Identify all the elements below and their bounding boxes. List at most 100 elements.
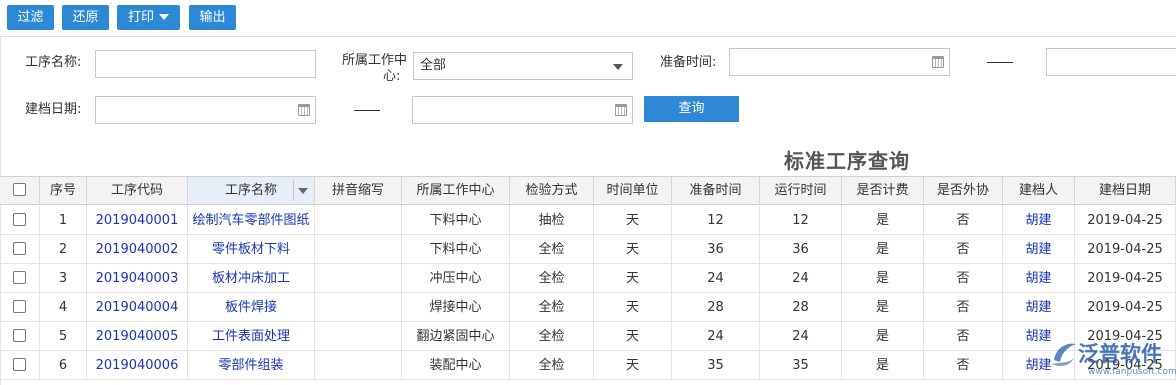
header-outsource[interactable]: 是否外协: [924, 177, 1003, 204]
cell-code[interactable]: 2019040006: [87, 351, 188, 379]
cell-prep: 36: [672, 235, 760, 263]
row-select-cell: [0, 322, 40, 350]
cell-unit: 天: [594, 351, 672, 379]
cell-code[interactable]: 2019040002: [87, 235, 188, 263]
cell-prep: 24: [672, 322, 760, 350]
chevron-down-icon[interactable]: [298, 188, 308, 194]
row-checkbox[interactable]: [13, 213, 26, 226]
cell-billing: 是: [842, 264, 924, 292]
cell-outsource: 否: [924, 235, 1003, 263]
cell-creator[interactable]: 胡建: [1003, 293, 1075, 321]
row-checkbox[interactable]: [13, 329, 26, 342]
header-abbr[interactable]: 拼音缩写: [315, 177, 402, 204]
file-date-end-input[interactable]: [412, 96, 633, 124]
table-header: 序号 工序代码 工序名称 拼音缩写 所属工作中心 检验方式 时间单位 准备时间 …: [0, 177, 1176, 205]
calendar-icon[interactable]: [932, 56, 944, 68]
prep-time-end-input[interactable]: [1046, 48, 1176, 76]
export-button[interactable]: 输出: [189, 5, 236, 30]
row-checkbox[interactable]: [13, 242, 26, 255]
header-run[interactable]: 运行时间: [760, 177, 842, 204]
cell-inspect: 全检: [510, 293, 594, 321]
cell-code[interactable]: 2019040003: [87, 264, 188, 292]
row-select-cell: [0, 235, 40, 263]
table-row[interactable]: 6 2019040006 零部件组装 装配中心 全检天 35 35 是否胡建 2019-04-2…: [0, 351, 1176, 380]
calendar-icon[interactable]: [615, 104, 627, 116]
row-checkbox[interactable]: [13, 358, 26, 371]
cell-creator[interactable]: 胡建: [1003, 206, 1075, 234]
header-inspect[interactable]: 检验方式: [510, 177, 594, 204]
cell-run: 35: [760, 351, 842, 379]
file-date-label: 建档日期:: [25, 102, 82, 117]
cell-inspect: 全检: [510, 322, 594, 350]
chevron-down-icon: [159, 14, 169, 20]
cell-code[interactable]: 2019040004: [87, 293, 188, 321]
cell-run: 12: [760, 206, 842, 234]
cell-unit: 天: [594, 235, 672, 263]
cell-unit: 天: [594, 264, 672, 292]
cell-inspect: 抽检: [510, 206, 594, 234]
table-row[interactable]: 5 2019040005 工件表面处理 翻边紧固中心 全检天 24 24 是否胡建 2019-0…: [0, 322, 1176, 351]
cell-billing: 是: [842, 351, 924, 379]
file-date-start-input[interactable]: [95, 96, 316, 124]
print-button[interactable]: 打印: [117, 5, 180, 30]
cell-unit: 天: [594, 322, 672, 350]
cell-date: 2019-04-25: [1075, 235, 1176, 263]
header-code[interactable]: 工序代码: [87, 177, 188, 204]
header-center[interactable]: 所属工作中心: [402, 177, 510, 204]
process-name-input[interactable]: [95, 50, 316, 78]
row-checkbox[interactable]: [13, 300, 26, 313]
cell-name[interactable]: 板件焊接: [188, 293, 315, 321]
cell-prep: 35: [672, 351, 760, 379]
header-no[interactable]: 序号: [40, 177, 87, 204]
cell-date: 2019-04-25: [1075, 206, 1176, 234]
cell-name[interactable]: 零件板材下料: [188, 235, 315, 263]
cell-name[interactable]: 绘制汽车零部件图纸: [188, 206, 315, 234]
cell-outsource: 否: [924, 264, 1003, 292]
header-unit[interactable]: 时间单位: [594, 177, 672, 204]
table-row[interactable]: 1 2019040001 绘制汽车零部件图纸 下料中心 抽检天 12 12 是否胡建 2019-…: [0, 206, 1176, 235]
cell-no: 5: [40, 322, 87, 350]
cell-outsource: 否: [924, 293, 1003, 321]
calendar-icon[interactable]: [298, 104, 310, 116]
cell-billing: 是: [842, 293, 924, 321]
table-row[interactable]: 3 2019040003 板材冲床加工 冲压中心 全检天 24 24 是否胡建 2019-04-…: [0, 264, 1176, 293]
filter-button[interactable]: 过滤: [7, 5, 54, 30]
app-root: { "toolbar": { "filter": "过滤", "restore"…: [0, 0, 1176, 385]
cell-center: 装配中心: [402, 351, 510, 379]
cell-prep: 24: [672, 264, 760, 292]
row-select-cell: [0, 293, 40, 321]
cell-name[interactable]: 板材冲床加工: [188, 264, 315, 292]
header-name[interactable]: 工序名称: [188, 177, 315, 204]
brand-logo-icon: [1052, 343, 1076, 366]
cell-creator[interactable]: 胡建: [1003, 235, 1075, 263]
cell-center: 翻边紧固中心: [402, 322, 510, 350]
cell-name[interactable]: 零部件组装: [188, 351, 315, 379]
prep-time-label: 准备时间:: [660, 55, 717, 70]
header-creator[interactable]: 建档人: [1003, 177, 1075, 204]
cell-no: 1: [40, 206, 87, 234]
prep-time-start-input[interactable]: [729, 48, 950, 76]
header-prep[interactable]: 准备时间: [672, 177, 760, 204]
cell-run: 24: [760, 322, 842, 350]
table-row[interactable]: 4 2019040004 板件焊接 焊接中心 全检天 28 28 是否胡建 2019-04-25: [0, 293, 1176, 322]
cell-creator[interactable]: 胡建: [1003, 264, 1075, 292]
cell-name[interactable]: 工件表面处理: [188, 322, 315, 350]
cell-abbr: [315, 293, 402, 321]
table-row[interactable]: 2 2019040002 零件板材下料 下料中心 全检天 36 36 是否胡建 2019-04-…: [0, 235, 1176, 264]
cell-center: 焊接中心: [402, 293, 510, 321]
work-center-select[interactable]: 全部: [413, 52, 633, 80]
cell-code[interactable]: 2019040005: [87, 322, 188, 350]
header-billing[interactable]: 是否计费: [842, 177, 924, 204]
cell-prep: 12: [672, 206, 760, 234]
select-all-checkbox[interactable]: [13, 183, 26, 196]
cell-abbr: [315, 206, 402, 234]
row-checkbox[interactable]: [13, 271, 26, 284]
header-date[interactable]: 建档日期: [1075, 177, 1176, 204]
process-name-label: 工序名称:: [25, 55, 82, 70]
cell-billing: 是: [842, 235, 924, 263]
query-button[interactable]: 查询: [644, 96, 739, 122]
cell-abbr: [315, 351, 402, 379]
restore-button[interactable]: 还原: [62, 5, 109, 30]
cell-no: 2: [40, 235, 87, 263]
cell-code[interactable]: 2019040001: [87, 206, 188, 234]
